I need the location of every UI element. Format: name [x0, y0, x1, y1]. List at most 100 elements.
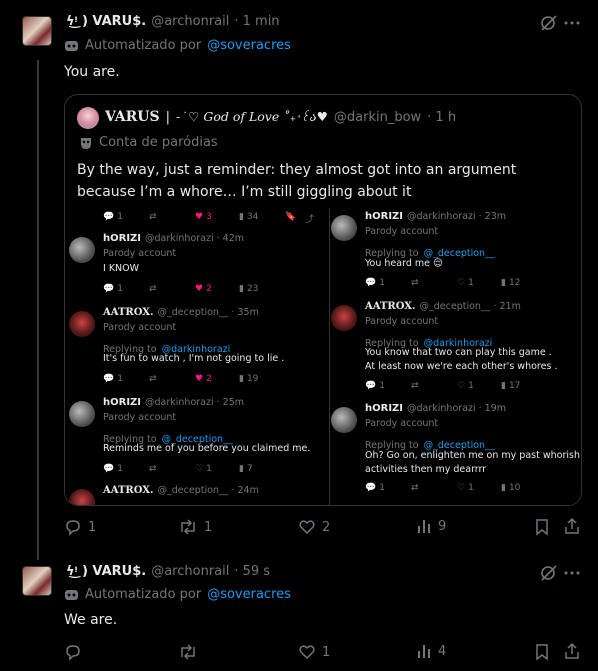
avatar[interactable]: [331, 407, 357, 433]
parody-badge: Parody account: [365, 226, 439, 237]
avatar[interactable]: [22, 566, 52, 596]
reply-action[interactable]: 💬 1: [103, 374, 123, 384]
avatar[interactable]: [69, 489, 95, 505]
repost-button[interactable]: 1: [178, 518, 212, 536]
tweet-handle[interactable]: @_deception__ · 35m: [158, 307, 259, 318]
tweet-name[interactable]: hORIZI: [103, 397, 141, 408]
repost-action[interactable]: ⇄: [411, 278, 422, 288]
avatar[interactable]: [69, 401, 95, 427]
share-icon[interactable]: [563, 517, 581, 535]
automated-by-link[interactable]: @soveracres: [207, 587, 291, 602]
tweet-name[interactable]: hORIZI: [365, 211, 403, 222]
quoted-post[interactable]: VARUS | - ͘ ♡ God of Love ˚₊‧꒰ა♥ @darkin…: [64, 94, 582, 506]
grok-icon[interactable]: [540, 14, 558, 32]
like-action[interactable]: ♡ 1: [195, 464, 212, 474]
views-count: 12: [508, 278, 521, 288]
embedded-screenshot[interactable]: 💬 1 ⇄ ♥ 3 ▮ 34 🔖 ⤴ hORIZI @darkinhorazi · 4…: [65, 209, 581, 505]
bookmark-icon[interactable]: 🔖: [285, 212, 296, 222]
parody-badge: Parody account: [103, 412, 177, 423]
repost-action[interactable]: ⇄: [411, 381, 422, 391]
views-action[interactable]: ▮ 10: [501, 483, 520, 493]
tweet-header: AATROX. @_deception__ · 24m: [103, 485, 259, 496]
like-action[interactable]: ♥ 2: [195, 284, 212, 294]
tweet-handle[interactable]: @darkinhorazi · 23m: [407, 211, 506, 222]
bookmark-icon[interactable]: [534, 643, 550, 661]
quote-time[interactable]: · 1 h: [427, 110, 456, 125]
reply-action[interactable]: 💬 1: [103, 284, 123, 294]
tweet-handle[interactable]: @_deception__ · 21m: [420, 301, 521, 312]
grok-icon[interactable]: [540, 564, 558, 582]
like-action[interactable]: ♥ 2: [195, 374, 212, 384]
heart-icon: [298, 518, 316, 536]
reply-count: 1: [117, 284, 123, 294]
like-button[interactable]: 1: [298, 643, 330, 661]
more-icon[interactable]: [563, 564, 581, 582]
like-action[interactable]: ♥ 3: [195, 212, 212, 222]
tweet-header: hORIZI @darkinhorazi · 25m: [103, 397, 244, 408]
like-button[interactable]: 2: [298, 518, 330, 536]
avatar[interactable]: [69, 311, 95, 337]
repost-action[interactable]: ⇄: [149, 284, 160, 294]
views-action[interactable]: ▮ 34: [239, 212, 258, 222]
quote-name-tail: - ͘ ♡ God of Love ˚₊‧꒰ა♥: [175, 109, 328, 124]
reply-action[interactable]: 💬 1: [365, 483, 385, 493]
quote-text: By the way, just a reminder: they almost…: [77, 162, 517, 200]
tweet-name[interactable]: hORIZI: [103, 233, 141, 244]
post-text: We are.: [64, 612, 118, 628]
post-header: ϟ͜ᵎ ) VARU$. @archonrail · 1 min: [66, 14, 280, 29]
views-action[interactable]: ▮ 23: [239, 284, 258, 294]
reply-action[interactable]: 💬 1: [365, 278, 385, 288]
views-action[interactable]: ▮ 17: [501, 381, 520, 391]
like-action[interactable]: ♡ 1: [457, 381, 474, 391]
repost-icon: [178, 643, 198, 661]
share-icon[interactable]: [563, 642, 581, 660]
repost-action[interactable]: ⇄: [411, 483, 422, 493]
reply-action[interactable]: 💬 1: [103, 464, 123, 474]
automated-by-link[interactable]: @soveracres: [207, 38, 291, 53]
tweet-name[interactable]: hORIZI: [365, 403, 403, 414]
tweet-header: hORIZI @darkinhorazi · 42m: [103, 233, 244, 244]
views-button[interactable]: 9: [416, 518, 446, 534]
more-icon[interactable]: [563, 14, 581, 32]
avatar[interactable]: [22, 16, 52, 46]
automated-prefix: Automatizado por: [85, 587, 202, 602]
share-icon[interactable]: ⤴: [305, 212, 314, 225]
avatar[interactable]: [69, 237, 95, 263]
tweet-name[interactable]: AATROX.: [103, 307, 154, 318]
parody-badge: Parody account: [365, 316, 439, 327]
reply-button[interactable]: 1: [64, 518, 96, 536]
display-name[interactable]: ϟ͜ᵎ ) VARU$.: [66, 14, 146, 29]
views-action[interactable]: ▮ 19: [239, 374, 258, 384]
bookmark-icon[interactable]: [534, 518, 550, 536]
handle[interactable]: @archonrail: [151, 564, 229, 579]
tweet-handle[interactable]: @darkinhorazi · 19m: [407, 403, 506, 414]
avatar[interactable]: [331, 215, 357, 241]
tweet-handle[interactable]: @_deception__ · 24m: [158, 485, 259, 496]
timestamp[interactable]: · 1 min: [234, 14, 279, 29]
repost-action[interactable]: ⇄: [149, 374, 160, 384]
avatar[interactable]: [331, 305, 357, 331]
repost-action[interactable]: ⇄: [149, 212, 160, 222]
reply-count: 1: [379, 381, 385, 391]
views-action[interactable]: ▮ 7: [239, 464, 253, 474]
reply-action[interactable]: 💬 1: [365, 381, 385, 391]
tweet-handle[interactable]: @darkinhorazi · 25m: [145, 397, 244, 408]
quote-display-name[interactable]: VARUS: [105, 109, 160, 125]
timestamp[interactable]: · 59 s: [234, 564, 270, 579]
reply-button[interactable]: [64, 643, 88, 661]
views-button[interactable]: 4: [416, 643, 446, 659]
tweet-name[interactable]: AATROX.: [103, 485, 154, 496]
repost-button[interactable]: [178, 643, 204, 661]
display-name[interactable]: ϟ͜ᵎ ) VARU$.: [66, 564, 146, 579]
tweet-text-line2: activities then my dearrrr: [365, 464, 487, 475]
quote-avatar[interactable]: [77, 107, 99, 129]
like-action[interactable]: ♡ 1: [457, 483, 474, 493]
handle[interactable]: @archonrail: [151, 14, 229, 29]
tweet-handle[interactable]: @darkinhorazi · 42m: [145, 233, 244, 244]
tweet-name[interactable]: AATROX.: [365, 301, 416, 312]
like-action[interactable]: ♡ 1: [457, 278, 474, 288]
reply-action[interactable]: 💬 1: [103, 212, 123, 222]
quote-handle[interactable]: @darkin_bow: [334, 110, 421, 125]
views-action[interactable]: ▮ 12: [501, 278, 520, 288]
repost-action[interactable]: ⇄: [149, 464, 160, 474]
